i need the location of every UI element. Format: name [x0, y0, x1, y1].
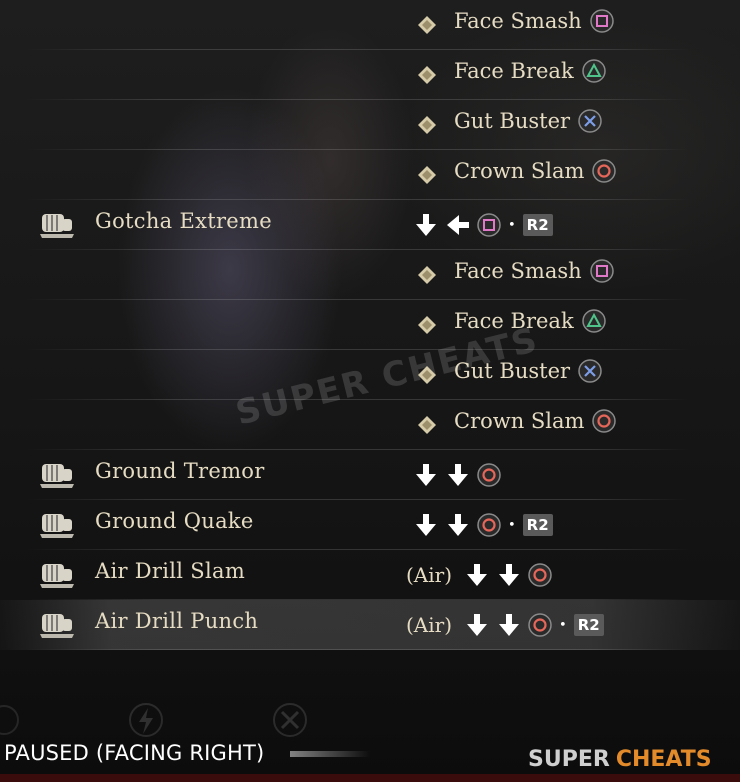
sub-move-row: Crown Slam [0, 400, 740, 450]
diamond-icon [418, 416, 436, 434]
down-arrow-icon [499, 564, 520, 586]
sub-move-name: Face Smash [454, 8, 614, 35]
sub-move-row: Face Smash [0, 0, 740, 50]
move-input-sequence: • R2 [413, 512, 553, 538]
circle-button-icon [477, 463, 501, 487]
cross-button-icon [578, 108, 602, 133]
move-name: Ground Tremor [95, 459, 265, 483]
watermark-corner-logo: SUPER CHEATS [528, 744, 740, 774]
circle-button-icon [528, 613, 552, 637]
sub-move-name: Gut Buster [454, 358, 602, 385]
sub-move-row: Face Smash [0, 250, 740, 300]
move-name: Gotcha Extreme [95, 209, 272, 233]
down-arrow-icon [448, 464, 468, 486]
r2-button-label: R2 [573, 614, 604, 636]
fist-move-icon [40, 564, 74, 588]
down-arrow-icon [416, 464, 436, 486]
move-input-sequence: (Air) • R2 [406, 612, 604, 638]
sub-move-name: Face Smash [454, 258, 614, 285]
bottom-strip [0, 774, 740, 782]
paused-status-label: PAUSED (FACING RIGHT) [4, 741, 265, 765]
circle-button-icon [592, 158, 617, 183]
sub-move-name: Face Break [454, 308, 606, 335]
move-row[interactable]: Air Drill Slam (Air) [0, 550, 740, 600]
diamond-icon [418, 366, 436, 384]
square-button-icon [589, 258, 614, 283]
paused-status-bar [290, 751, 370, 757]
sub-move-row: Face Break [0, 50, 740, 100]
move-input-sequence: • R2 [413, 212, 553, 238]
down-arrow-icon [467, 564, 488, 586]
move-row[interactable]: Ground Tremor [0, 450, 740, 500]
down-arrow-icon [499, 614, 520, 636]
move-name: Air Drill Punch [95, 609, 259, 633]
fist-move-icon [40, 514, 74, 538]
cross-button-icon [578, 358, 602, 383]
move-row[interactable]: Ground Quake • R2 [0, 500, 740, 550]
r2-button-label: R2 [522, 514, 553, 536]
sub-move-row: Crown Slam [0, 150, 740, 200]
circle-button-icon [528, 563, 552, 587]
circle-button-icon [592, 408, 617, 433]
sub-move-row: Face Break [0, 300, 740, 350]
sub-move-name: Crown Slam [454, 408, 617, 435]
down-arrow-icon [467, 614, 488, 636]
down-arrow-icon [416, 514, 436, 536]
move-input-sequence [413, 462, 501, 488]
sub-move-name: Crown Slam [454, 158, 617, 185]
diamond-icon [418, 266, 436, 284]
plus-separator: • [508, 517, 516, 533]
air-label: (Air) [406, 563, 453, 587]
move-input-sequence: (Air) [406, 562, 552, 588]
watermark-corner-super: SUPER [528, 746, 610, 772]
move-row[interactable]: Air Drill Punch (Air) • R2 [0, 600, 740, 650]
diamond-icon [418, 316, 436, 334]
fist-move-icon [40, 464, 74, 488]
sub-move-row: Gut Buster [0, 100, 740, 150]
air-label: (Air) [406, 613, 453, 637]
down-arrow-icon [416, 214, 436, 236]
fist-move-icon [40, 614, 74, 638]
square-button-icon [477, 213, 501, 237]
down-arrow-icon [448, 514, 468, 536]
watermark-corner-cheats: CHEATS [615, 746, 712, 772]
square-button-icon [589, 8, 614, 33]
row-divider [26, 649, 690, 650]
fist-move-icon [40, 214, 74, 238]
diamond-icon [418, 66, 436, 84]
diamond-icon [418, 16, 436, 34]
plus-separator: • [559, 617, 567, 633]
sub-move-row: Gut Buster [0, 350, 740, 400]
left-arrow-icon [447, 215, 469, 235]
triangle-button-icon [581, 58, 606, 83]
r2-button-label: R2 [522, 214, 553, 236]
sub-move-name: Gut Buster [454, 108, 602, 135]
sub-move-name: Face Break [454, 58, 606, 85]
diamond-icon [418, 166, 436, 184]
diamond-icon [418, 116, 436, 134]
plus-separator: • [508, 217, 516, 233]
circle-button-icon [477, 513, 501, 537]
move-row[interactable]: Gotcha Extreme • R2 [0, 200, 740, 250]
move-name: Air Drill Slam [95, 559, 246, 583]
triangle-button-icon [581, 308, 606, 333]
move-name: Ground Quake [95, 509, 254, 533]
